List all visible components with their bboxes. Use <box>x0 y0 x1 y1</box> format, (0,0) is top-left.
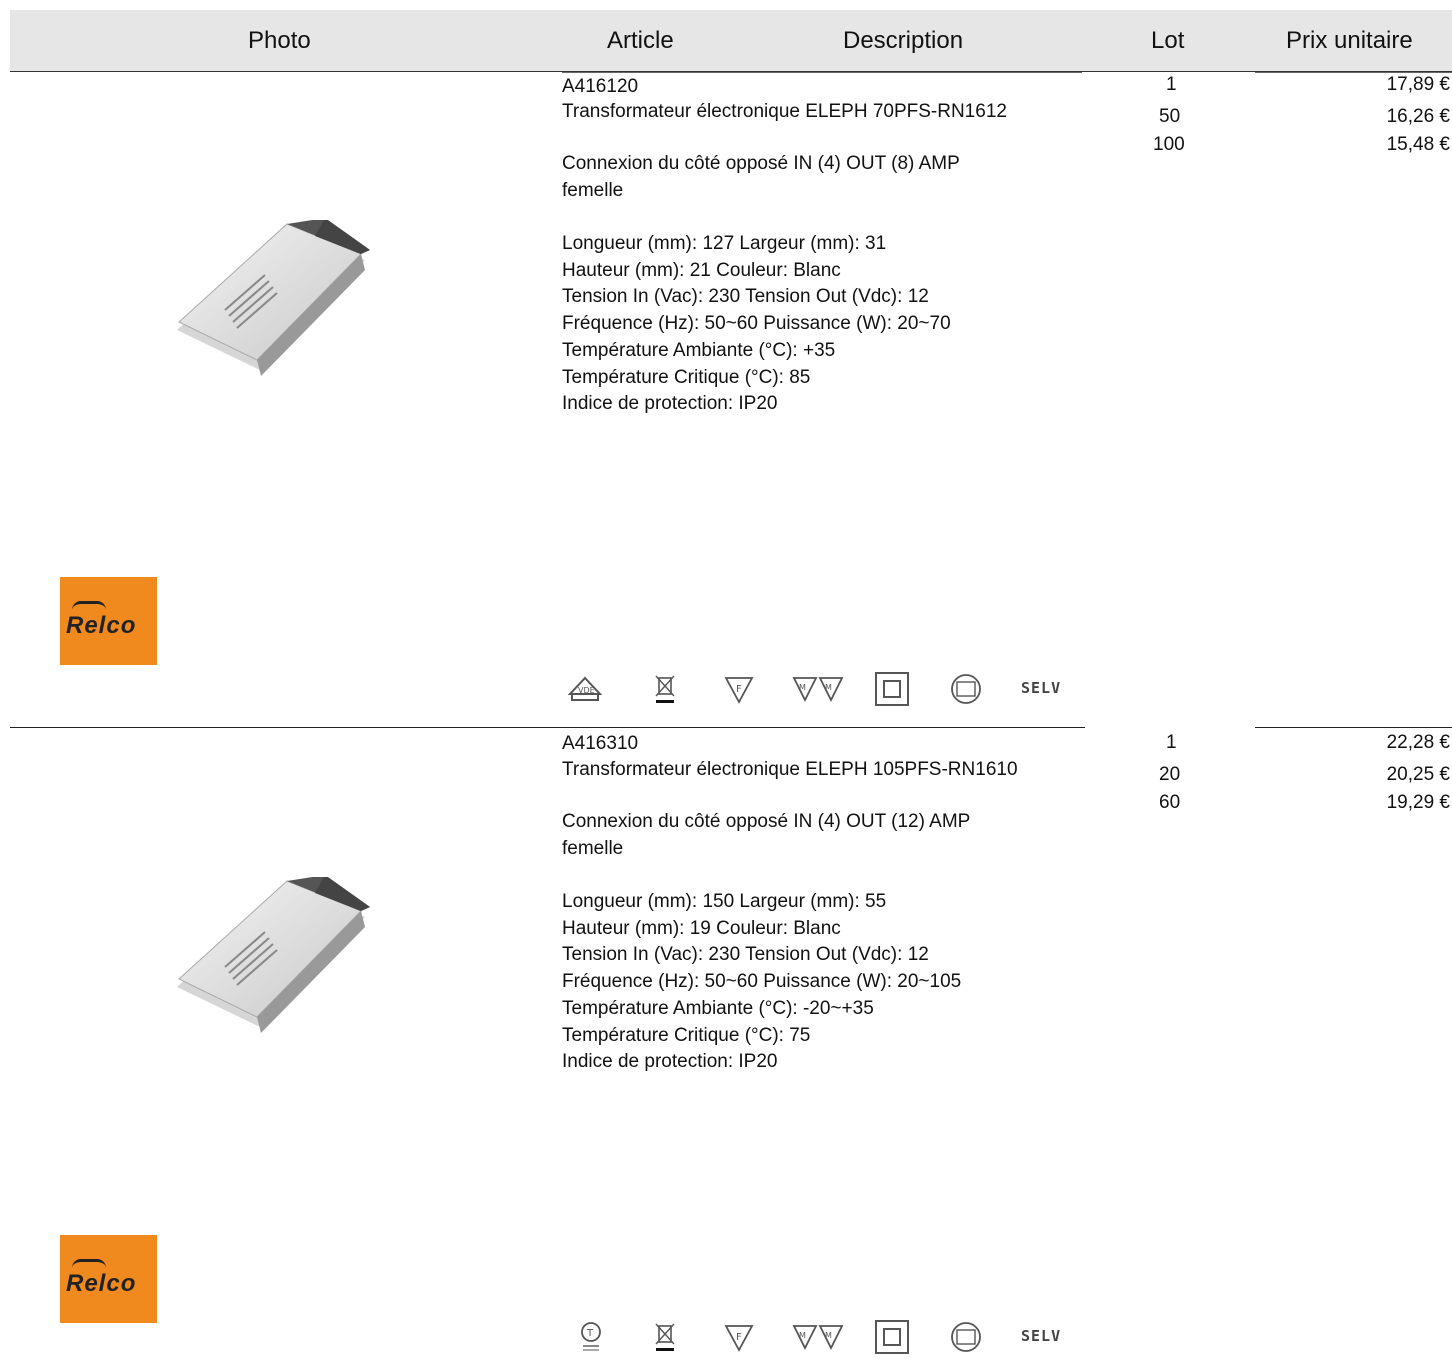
t-mark-icon: T <box>572 1318 610 1356</box>
header-photo: Photo <box>248 27 311 54</box>
product-photo <box>165 875 375 1033</box>
article-name: Transformateur électronique ELEPH 70PFS-… <box>562 101 1007 122</box>
article-underline <box>562 72 1082 73</box>
svg-text:F: F <box>736 1332 742 1343</box>
table-header <box>10 10 1452 72</box>
certification-icons: T F MM SELV <box>562 1318 1082 1356</box>
product-photo <box>165 218 375 376</box>
short-circuit-proof-icon <box>947 670 985 708</box>
svg-text:M: M <box>799 1331 806 1340</box>
brand-logo: Relco <box>60 1235 157 1323</box>
unit-price: 22,28 € <box>1386 732 1450 753</box>
article-specs: Longueur (mm): 127 Largeur (mm): 31 Haut… <box>562 233 951 415</box>
double-insulation-icon <box>873 670 911 708</box>
header-price: Prix unitaire <box>1286 27 1413 54</box>
selv-label: SELV <box>1021 679 1062 697</box>
f-mark-icon: F <box>720 670 758 708</box>
f-mark-icon: F <box>720 1318 758 1356</box>
article-specs: Longueur (mm): 150 Largeur (mm): 55 Haut… <box>562 891 962 1073</box>
unit-price: 19,29 € <box>1386 792 1450 813</box>
lot-qty: 1 <box>1166 732 1177 753</box>
header-description: Description <box>843 27 964 54</box>
header-lot: Lot <box>1151 27 1185 54</box>
short-circuit-proof-icon <box>947 1318 985 1356</box>
article-code: A416120 <box>562 76 639 97</box>
header-article: Article <box>607 27 674 54</box>
unit-price: 17,89 € <box>1386 74 1450 95</box>
lot-qty: 100 <box>1153 134 1185 155</box>
article-code: A416310 <box>562 733 639 754</box>
svg-text:M: M <box>799 683 806 692</box>
crossed-bin-icon <box>646 1318 684 1356</box>
brand-logo: Relco <box>60 577 157 665</box>
selv-label: SELV <box>1021 1327 1062 1345</box>
svg-text:VDE: VDE <box>578 686 595 695</box>
svg-text:M: M <box>825 1331 832 1340</box>
lot-qty: 60 <box>1159 792 1181 813</box>
article-connexion: Connexion du côté opposé IN (4) OUT (8) … <box>562 153 960 201</box>
svg-text:T: T <box>586 1328 594 1339</box>
mm-mark-icon: MM <box>790 670 846 708</box>
row-divider <box>10 727 1085 728</box>
double-insulation-icon <box>873 1318 911 1356</box>
unit-price: 15,48 € <box>1386 134 1450 155</box>
article-name: Transformateur électronique ELEPH 105PFS… <box>562 759 1018 780</box>
crossed-bin-icon <box>646 670 684 708</box>
svg-text:M: M <box>825 683 832 692</box>
lot-qty: 1 <box>1166 74 1177 95</box>
svg-text:F: F <box>736 684 742 695</box>
certification-icons: VDE F MM SELV <box>562 670 1082 708</box>
house-icon: VDE <box>566 670 604 708</box>
mm-mark-icon: MM <box>790 1318 846 1356</box>
article-connexion: Connexion du côté opposé IN (4) OUT (12)… <box>562 811 971 859</box>
